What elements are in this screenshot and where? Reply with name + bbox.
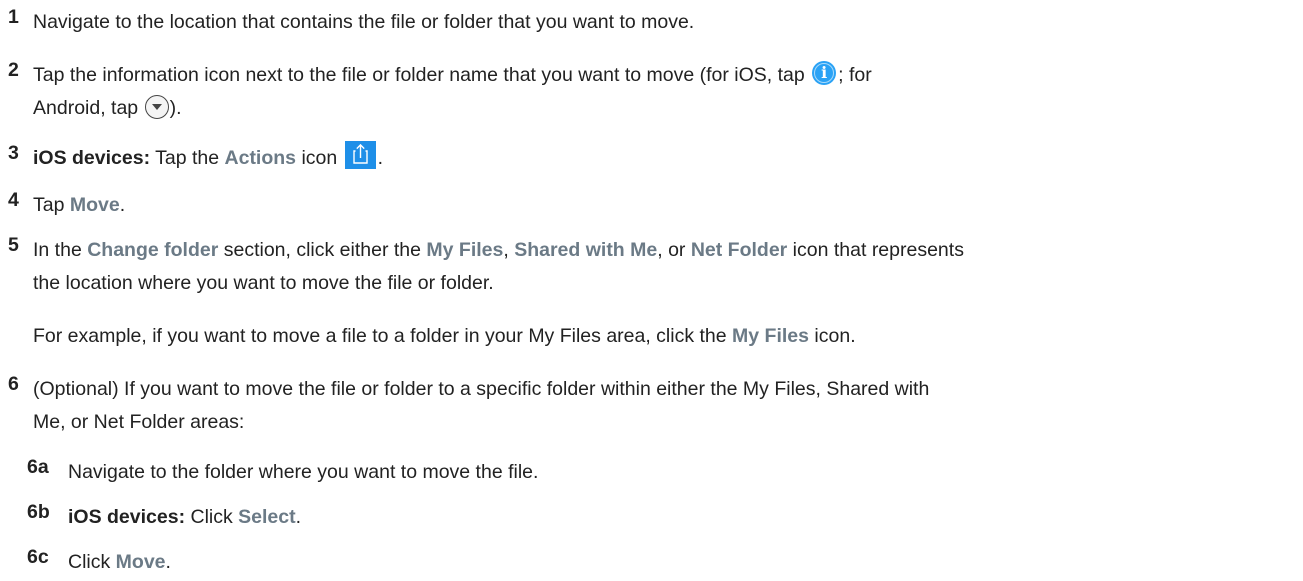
substep-6c-text-a: Click [68,551,116,573]
substep-number: 6c [27,546,49,568]
info-icon [812,60,837,85]
ui-term-shared-with-me: Shared with Me [514,239,658,261]
substep-number: 6b [27,501,50,523]
step-6-text-line2: Me, or Net Folder areas: [33,411,245,433]
step-number: 5 [8,234,19,256]
step-number: 1 [8,6,19,28]
step-4-text-a: Tap [33,194,70,216]
step-2-text-b: ; for [838,64,872,86]
step-text: Tap the information icon next to the fil… [33,59,872,125]
step-3-text-c: . [377,147,384,169]
step-2-text-d: ). [169,97,182,119]
dropdown-circle-icon [144,94,169,119]
step-5-text-b: section, click either the [218,239,427,261]
step-5-text-a: In the [33,239,88,261]
step-5-text-d: , or [657,239,691,261]
step-4-text-b: . [119,194,126,216]
step-6-text-line1: (Optional) If you want to move the file … [33,378,930,400]
step-5-text-line2: the location where you want to move the … [33,272,494,294]
step-3-text-b: icon [296,147,343,169]
substep-6c-text-b: . [165,551,171,573]
document: 1 Navigate to the location that contains… [0,0,1303,581]
step-text: In the Change folder section, click eith… [33,234,964,300]
step-text: Tap Move. [33,189,125,222]
substep-text: Click Move. [68,546,171,579]
ui-term-actions: Actions [224,147,297,169]
ui-term-move: Move [69,194,120,216]
step-text: iOS devices: Tap the Actions icon . [33,140,384,175]
platform-label: iOS devices: [68,506,186,528]
step-3-text-a: Tap the [150,147,225,169]
example-text-a: For example, if you want to move a file … [33,325,733,347]
step-number: 6 [8,373,19,395]
step-text: (Optional) If you want to move the file … [33,373,929,439]
ui-term-my-files: My Files [732,325,809,347]
ui-term-select: Select [238,506,296,528]
step-number: 4 [8,189,19,211]
step-number: 3 [8,142,19,164]
step-number: 2 [8,59,19,81]
substep-text: iOS devices: Click Select. [68,501,301,534]
ui-term-change-folder: Change folder [87,239,219,261]
ui-term-my-files: My Files [426,239,504,261]
substep-6b-text-a: Click [185,506,239,528]
substep-number: 6a [27,456,49,478]
step-5-text-c: , [503,239,515,261]
share-actions-icon [344,140,376,169]
example-text: For example, if you want to move a file … [33,320,856,353]
ui-term-net-folder: Net Folder [690,239,788,261]
step-2-text-a: Tap the information icon next to the fil… [33,64,811,86]
substep-6b-text-b: . [295,506,302,528]
step-2-text-c: Android, tap [33,97,144,119]
platform-label: iOS devices: [33,147,151,169]
example-text-b: icon. [809,325,856,347]
step-text: Navigate to the location that contains t… [33,11,695,33]
ui-term-move: Move [115,551,166,573]
step-5-text-e: icon that represents [787,239,964,261]
substep-text: Navigate to the folder where you want to… [68,461,539,483]
